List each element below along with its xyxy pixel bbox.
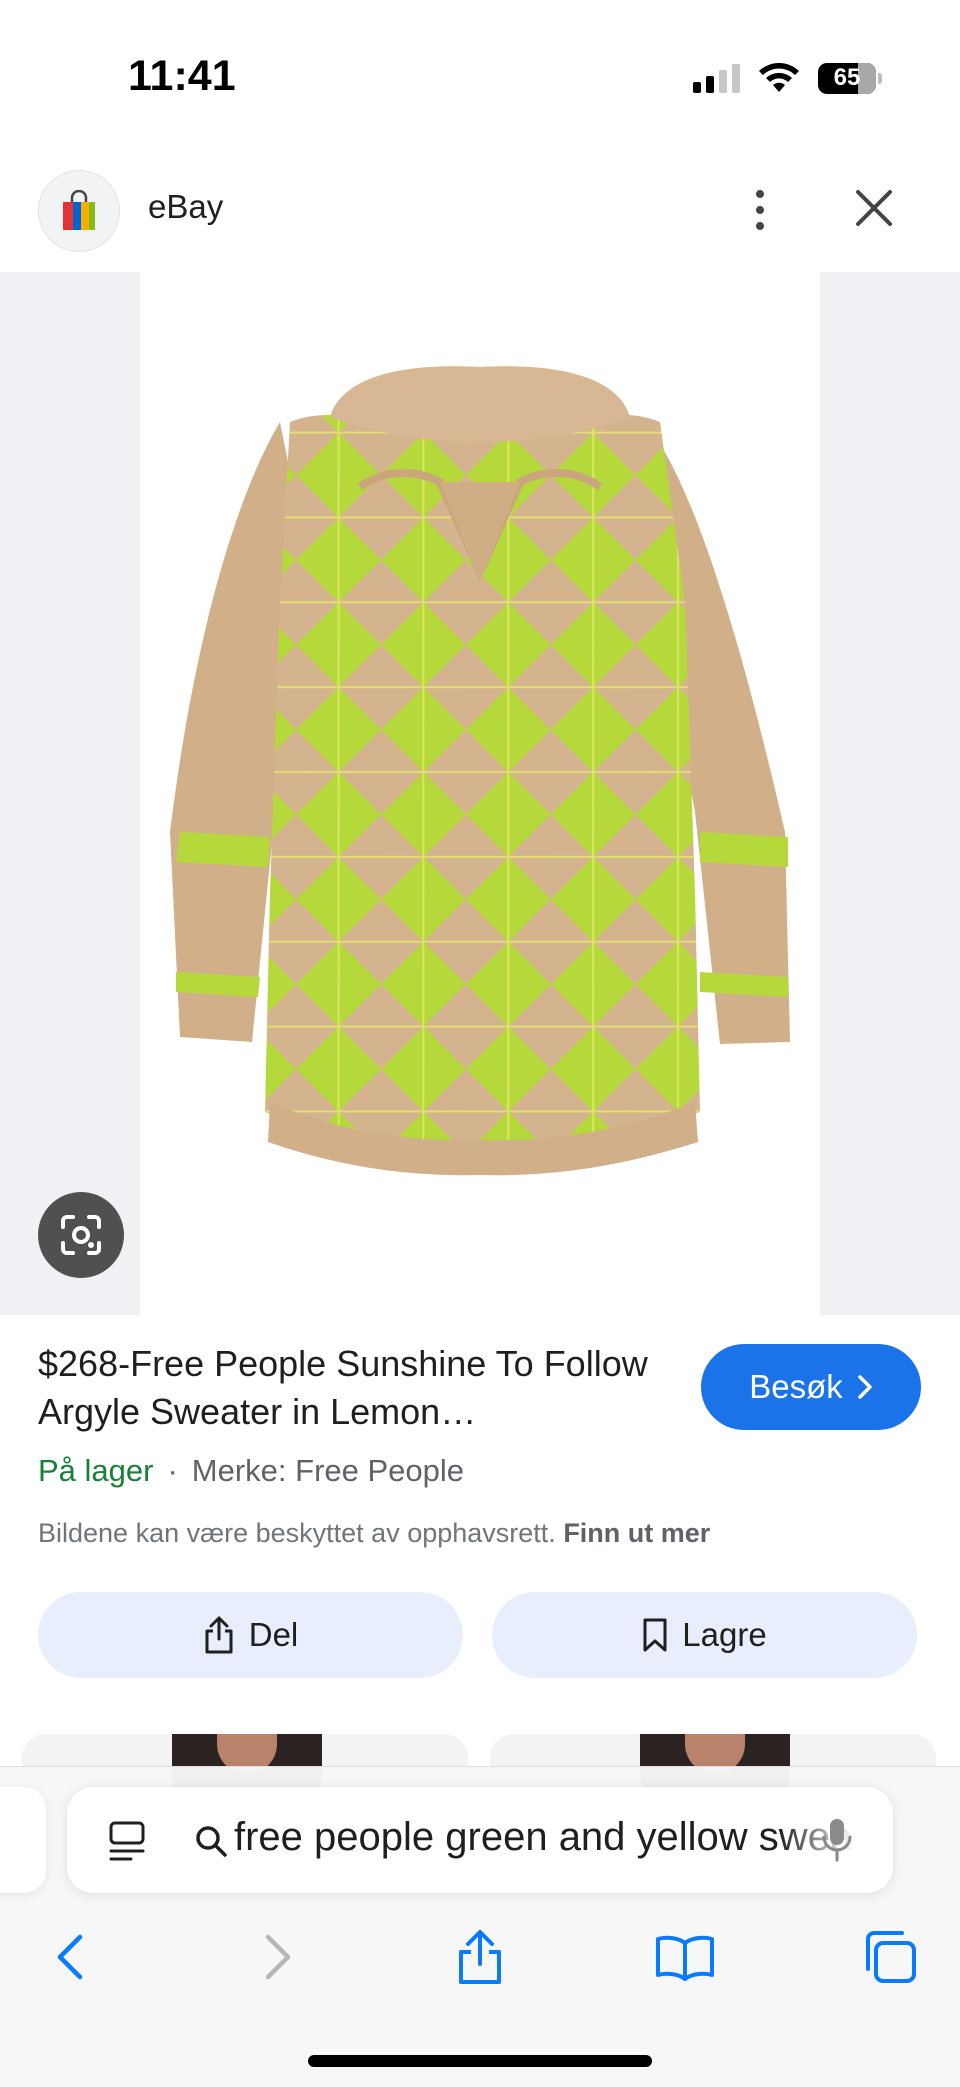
share-button[interactable]: Del — [38, 1592, 463, 1678]
share-icon — [459, 1930, 501, 1984]
copyright-notice: Bildene kan være beskyttet av opphavsret… — [38, 1518, 710, 1549]
status-time: 11:41 — [128, 52, 236, 100]
bookmark-icon — [643, 1618, 667, 1652]
brand-label: Merke: Free People — [191, 1453, 465, 1488]
tabs-icon — [866, 1931, 916, 1983]
product-meta: På lager · Merke: Free People — [38, 1453, 464, 1489]
browser-nav-row — [0, 1917, 960, 2017]
product-image[interactable] — [140, 272, 820, 1315]
save-button[interactable]: Lagre — [492, 1592, 917, 1678]
bookmarks-button[interactable] — [645, 1917, 725, 1997]
battery-icon: 65 — [818, 62, 882, 94]
copyright-text: Bildene kan være beskyttet av opphavsret… — [38, 1518, 556, 1548]
back-button[interactable] — [30, 1917, 110, 1997]
share-button-label: Del — [248, 1616, 299, 1653]
ebay-shopping-bag-icon[interactable] — [38, 170, 120, 252]
close-icon[interactable] — [848, 182, 900, 234]
google-lens-button[interactable] — [38, 1192, 124, 1278]
wifi-icon — [759, 63, 799, 92]
site-name: eBay — [148, 188, 224, 225]
back-icon — [57, 1934, 83, 1980]
product-title[interactable]: $268-Free People Sunshine To Follow Argy… — [38, 1340, 668, 1436]
home-indicator[interactable] — [308, 2055, 652, 2067]
save-button-label: Lagre — [682, 1616, 767, 1653]
microphone-icon[interactable] — [821, 1817, 853, 1863]
more-options-icon[interactable] — [740, 180, 780, 240]
address-input[interactable]: free people green and yellow sweater — [234, 1815, 854, 1865]
chevron-right-icon — [858, 1375, 872, 1399]
visit-button-label: Besøk — [749, 1368, 843, 1405]
visit-button[interactable]: Besøk — [701, 1344, 921, 1430]
status-icons: 65 — [693, 58, 882, 98]
previous-tab-preview[interactable] — [0, 1787, 46, 1893]
browser-toolbar: free people green and yellow sweater — [0, 1766, 960, 2087]
status-bar: 11:41 65 — [0, 0, 960, 150]
forward-icon — [265, 1934, 291, 1980]
browser-share-button[interactable] — [440, 1917, 520, 1997]
argyle-sweater-image — [170, 366, 790, 1176]
tabs-button[interactable] — [850, 1917, 930, 1997]
lens-icon — [61, 1215, 101, 1255]
cellular-signal-icon — [693, 63, 740, 93]
battery-level: 65 — [833, 64, 861, 91]
learn-more-link[interactable]: Finn ut mer — [563, 1518, 710, 1548]
address-bar[interactable]: free people green and yellow sweater — [67, 1787, 893, 1893]
share-icon — [205, 1616, 233, 1654]
page-menu-icon[interactable] — [107, 1819, 147, 1863]
stock-status: På lager — [38, 1453, 154, 1488]
image-viewer — [0, 272, 960, 1315]
search-icon — [196, 1826, 227, 1857]
site-header: eBay — [0, 160, 960, 272]
meta-separator: · — [167, 1453, 178, 1488]
bookmarks-icon — [656, 1935, 714, 1981]
forward-button[interactable] — [238, 1917, 318, 1997]
